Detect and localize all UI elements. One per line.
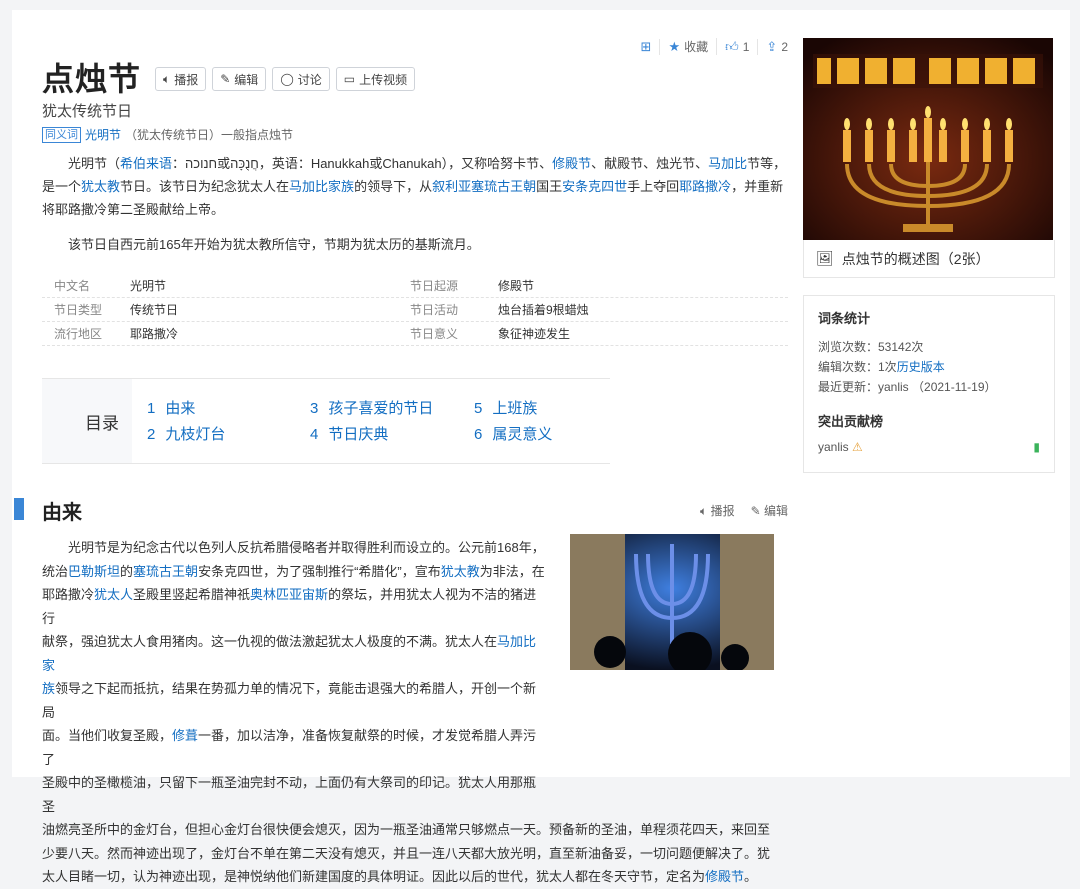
star-icon: ★ — [668, 38, 681, 54]
image-gallery-icon: 🖼︎ — [816, 250, 834, 266]
add-button[interactable]: ⊞ — [633, 38, 661, 55]
share-button[interactable]: ⇪ 2 — [758, 39, 788, 55]
info-row: 中文名 光明节 节日起源 修殿节 — [42, 274, 788, 298]
video-icon: ▭ — [343, 72, 356, 86]
upload-video-button[interactable]: ▭ 上传视频 — [335, 67, 416, 91]
title-tools: 🔈︎ 播报 ✎ 编辑 ◯ 讨论 ▭ 上传视频 — [155, 67, 416, 91]
section-tools: 🔈︎ 播报 ✎ 编辑 — [700, 502, 788, 519]
sidebar: 🖼︎ 点烛节的概述图（2张） 词条统计 浏览次数：53142次 编辑次数：1次历… — [803, 38, 1055, 473]
toc-item-3[interactable]: 3 孩子喜爱的节日 — [310, 397, 433, 418]
contributor-name[interactable]: yanlis — [818, 440, 849, 454]
synonym-tag: 同义词 — [42, 126, 81, 143]
toc-item-4[interactable]: 4 节日庆典 — [310, 423, 388, 444]
link-hebrew[interactable]: 希伯来语 — [120, 156, 172, 171]
table-of-contents: 目录 1 由来 2 九枝灯台 3 孩子喜爱的节日 4 节日庆典 5 上班族 6 属灵意义 — [42, 378, 610, 464]
link-antiochus[interactable]: 安条克四世 — [562, 179, 627, 194]
section-header-origin: 由来 🔈︎ 播报 ✎ 编辑 — [14, 496, 788, 524]
link-repair[interactable]: 修葺 — [172, 728, 198, 743]
discuss-button[interactable]: ◯ 讨论 — [272, 67, 330, 91]
section-edit-button[interactable]: ✎ 编辑 — [751, 502, 788, 519]
intro-paragraph-1: 光明节（希伯来语：חנוכה或חֲנֻכָּה，英语：Hanukkah或Chan… — [42, 156, 787, 217]
toc-item-2[interactable]: 2 九枝灯台 — [147, 423, 225, 444]
menorah-illustration — [803, 38, 1053, 240]
contrib-title: 突出贡献榜 — [818, 414, 884, 429]
toc-item-5[interactable]: 5 上班族 — [474, 397, 537, 418]
contributor-row: yanlis ⚠ ▮ — [818, 440, 1040, 454]
toc-label: 目录 — [42, 379, 132, 463]
like-count: 1 — [742, 39, 750, 54]
link-maccabee[interactable]: 马加比 — [708, 156, 747, 171]
link-olympian-zeus[interactable]: 奥林匹亚宙斯 — [250, 587, 328, 602]
speaker-icon: 🔈︎ — [163, 71, 171, 86]
thumbs-up-icon: 👍︎ — [725, 38, 739, 54]
like-button[interactable]: 👍︎ 1 — [717, 38, 759, 55]
link-seleucid-dynasty[interactable]: 塞琉古王朝 — [133, 564, 198, 579]
top-actions: ⊞ ★ 收藏 👍︎ 1 ⇪ 2 — [633, 38, 788, 55]
history-version-link[interactable]: 历史版本 — [897, 360, 945, 374]
summary-image[interactable] — [803, 38, 1053, 240]
link-seleucid[interactable]: 叙利亚塞琉古王朝 — [432, 179, 536, 194]
link-xiudianjie[interactable]: 修殿节 — [552, 156, 591, 171]
edit-count: 编辑次数：1次历史版本 — [818, 360, 945, 374]
edit-button[interactable]: ✎ 编辑 — [212, 67, 267, 91]
synonym-rest: （犹太传统节日）一般指点烛节 — [125, 128, 294, 142]
speaker-icon: 🔈︎ — [700, 504, 711, 518]
link-jerusalem[interactable]: 耶路撒冷 — [679, 179, 731, 194]
favorite-button[interactable]: ★ 收藏 — [660, 38, 718, 55]
toc-item-1[interactable]: 1 由来 — [147, 397, 195, 418]
link-maccabee-family[interactable]: 马加比家族 — [289, 179, 354, 194]
page: ⊞ ★ 收藏 👍︎ 1 ⇪ 2 点烛节 🔈︎ 播报 ✎ 编辑 ◯ 讨论 ▭ 上传视频 犹太传统… — [12, 10, 1070, 884]
section-origin-text: 光明节是为纪念古代以色列人反抗希腊侵略者并取得胜利而设立的。公元前168年， 统… — [42, 540, 771, 884]
toc-item-6[interactable]: 6 属灵意义 — [474, 423, 552, 444]
section-accent-bar — [14, 498, 24, 520]
view-count: 浏览次数：53142次 — [818, 340, 924, 354]
subtitle: 犹太传统节日 — [42, 103, 133, 120]
page-title: 点烛节 — [42, 61, 142, 97]
section-title: 由来 — [42, 502, 82, 524]
synonym-line: 同义词 光明节 （犹太传统节日）一般指点烛节 — [42, 126, 293, 143]
pencil-icon: ✎ — [750, 504, 764, 518]
info-row: 流行地区 耶路撒冷 节日意义 象征神迹发生 — [42, 322, 788, 346]
link-jews[interactable]: 犹太人 — [94, 587, 133, 602]
title-row: 点烛节 🔈︎ 播报 ✎ 编辑 ◯ 讨论 ▭ 上传视频 — [42, 54, 416, 100]
entry-stats-panel: 词条统计 浏览次数：53142次 编辑次数：1次历史版本 最近更新：yanlis… — [803, 295, 1055, 473]
share-icon: ⇪ — [766, 38, 778, 54]
section-broadcast-button[interactable]: 🔈︎ 播报 — [700, 502, 735, 519]
link-judaism[interactable]: 犹太教 — [81, 179, 120, 194]
last-update: 最近更新：yanlis （2021-11-19） — [818, 380, 997, 394]
bookmark-badge-icon: ▮ — [1033, 440, 1040, 454]
summary-image-caption[interactable]: 🖼︎ 点烛节的概述图（2张） — [803, 240, 1055, 278]
favorite-label: 收藏 — [684, 40, 709, 54]
plus-square-icon: ⊞ — [640, 38, 652, 54]
info-row: 节日类型 传统节日 节日活动 烛台插着9根蜡烛 — [42, 298, 788, 322]
synonym-link[interactable]: 光明节 — [85, 126, 121, 143]
link-xiudianjie-2[interactable]: 修殿节 — [705, 869, 744, 884]
intro-paragraph-2: 该节日自西元前165年开始为犹太教所信守，节期为犹太历的基斯流月。 — [68, 237, 480, 252]
link-palestine[interactable]: 巴勒斯坦 — [68, 564, 120, 579]
pencil-icon: ✎ — [220, 72, 231, 86]
link-maccabee-family-2b[interactable]: 族 — [42, 681, 55, 696]
stats-title: 词条统计 — [818, 311, 871, 326]
chat-bubble-icon: ◯ — [280, 72, 294, 86]
link-judaism-2[interactable]: 犹太教 — [441, 564, 480, 579]
warning-icon: ⚠ — [852, 440, 863, 454]
share-count: 2 — [781, 39, 788, 54]
broadcast-button[interactable]: 🔈︎ 播报 — [155, 67, 207, 91]
basic-info-table: 中文名 光明节 节日起源 修殿节 节日类型 传统节日 节日活动 烛台插着9根蜡烛 流行地… — [42, 274, 788, 346]
